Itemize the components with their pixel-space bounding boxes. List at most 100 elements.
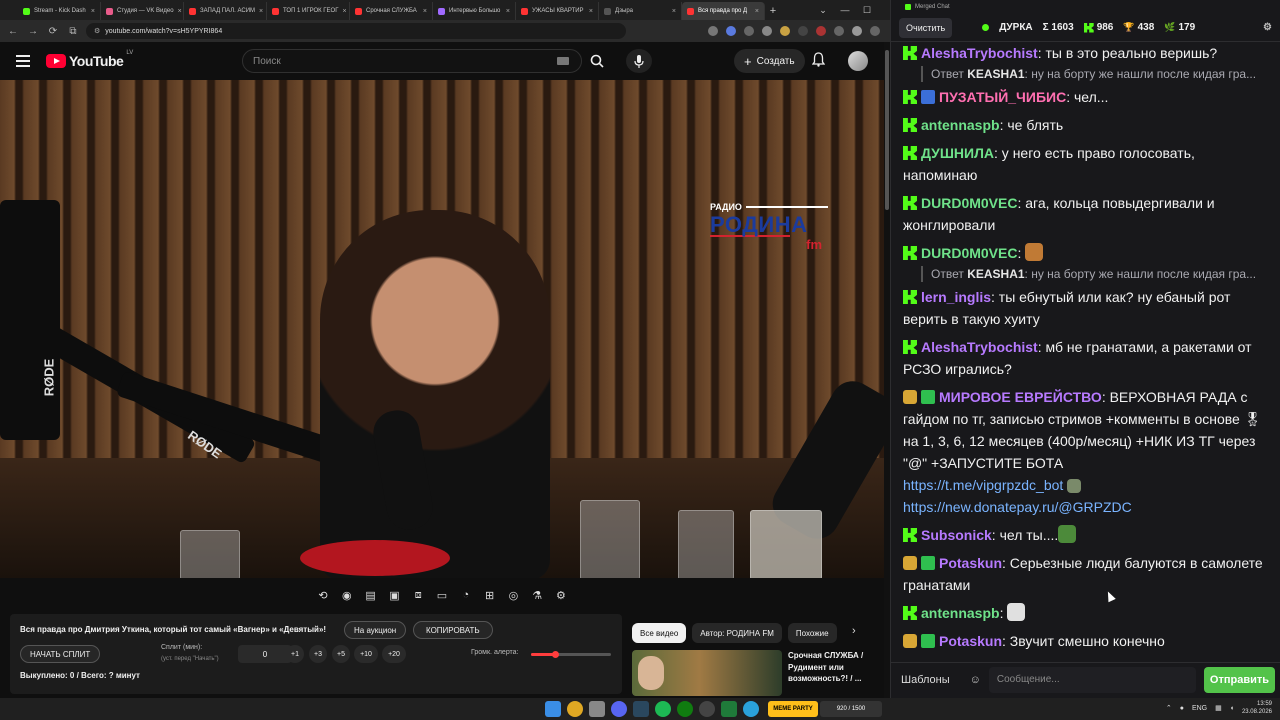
tab-close-icon[interactable]: × [178,8,182,15]
browser-tab[interactable]: Stream - Kick Dash × [18,2,101,20]
tab-close-icon[interactable]: × [423,8,427,15]
tab-close-icon[interactable]: × [259,8,263,15]
voice-search-button[interactable] [626,49,652,73]
browser-tab[interactable]: ЗАПАД ПАЛ. АСИМ × [184,2,267,20]
split-min-input[interactable]: 0 [238,645,292,663]
clapper-icon[interactable]: ▣ [385,586,403,604]
step-plus-5-button[interactable]: +5 [332,645,350,663]
menu-icon[interactable] [16,52,30,70]
tab-close-icon[interactable]: × [506,8,510,15]
meme-party-badge[interactable]: MEME PARTY [768,701,818,717]
playlist-icon[interactable]: ▤ [362,586,380,604]
chat-username[interactable]: Potaskun [939,633,1002,649]
maximize-icon[interactable]: ☐ [856,0,878,20]
scrollbar-thumb[interactable] [885,50,889,210]
browser-tab[interactable]: Дзыра × [599,2,682,20]
volume-icon[interactable]: ◖ [1230,705,1234,712]
extension-icon[interactable] [762,26,772,36]
screenshot-icon[interactable]: ◎ [504,586,522,604]
lang-indicator[interactable]: ENG [1192,705,1207,712]
search-button[interactable] [584,49,610,73]
pip-icon[interactable]: ⧈ [409,586,427,604]
discord-icon[interactable] [611,701,627,717]
clear-chat-button[interactable]: Очистить [899,17,953,38]
keyboard-icon[interactable] [557,57,569,65]
reload-icon[interactable]: ⟳ [46,26,60,37]
browser-tab[interactable]: Студия — VK Видео × [101,2,184,20]
new-tab-icon[interactable]: + [765,2,781,20]
related-thumbnail[interactable] [632,650,782,696]
minimize-icon[interactable]: — [834,0,856,20]
emoji-icon[interactable]: ☺ [970,674,981,686]
chip-author[interactable]: Автор: РОДИНА FM [692,623,782,643]
step-plus-1-button[interactable]: +1 [286,645,304,663]
youtube-logo[interactable]: YouTube LV [46,50,133,69]
chat-username[interactable]: Subsonick [921,527,992,543]
browser-tab[interactable]: Срочная СЛУЖБА × [350,2,433,20]
gear-icon[interactable]: ⚙ [1263,22,1272,33]
url-field[interactable]: ⚙ youtube.com/watch?v=sH5YPYRI864 [86,23,626,39]
extension-icon[interactable] [816,26,826,36]
settings-icon[interactable]: ⚙ [552,586,570,604]
tab-close-icon[interactable]: × [589,8,593,15]
audio-icon[interactable]: ◉ [338,586,356,604]
spotify-icon[interactable] [655,701,671,717]
explorer-icon[interactable] [589,701,605,717]
windows-start-icon[interactable] [545,701,561,717]
chip-similar[interactable]: Похожие [787,623,837,643]
chevron-up-icon[interactable]: ⌃ [1166,704,1172,712]
alert-volume-knob[interactable] [552,651,559,658]
star-icon[interactable] [744,26,754,36]
forward-icon[interactable]: → [26,26,40,37]
speed-icon[interactable]: ◔ [457,586,475,604]
chat-username[interactable]: AleshaTrybochist [921,45,1038,61]
browser-tab[interactable]: УЖАСЫ КВАРТИР × [516,2,599,20]
add-icon[interactable]: ⊞ [481,586,499,604]
chat-username[interactable]: antennaspb [921,117,1000,133]
extension-icon[interactable] [780,26,790,36]
chevron-right-icon[interactable]: › [852,625,856,637]
browser-tab[interactable]: Вся правда про Д × [682,2,765,20]
cinema-icon[interactable]: ▭ [433,586,451,604]
tab-close-icon[interactable]: × [91,8,95,15]
related-title[interactable]: Срочная СЛУЖБА / Рудимент или возможност… [788,650,876,685]
dropdown-icon[interactable]: ⌄ [812,0,834,20]
browser-tab[interactable]: Интервью Большо × [433,2,516,20]
search-input[interactable]: Поиск [242,49,582,73]
chat-username[interactable]: ДУШНИЛА [921,145,994,161]
chat-username[interactable]: МИРОВОЕ ЕВРЕЙСТВО [939,389,1102,405]
download-icon[interactable] [834,26,844,36]
chat-reply-preview[interactable]: Ответ KEASHA1: ну на борту же нашли посл… [921,266,1269,282]
message-input[interactable] [988,666,1196,693]
chat-reply-preview[interactable]: Ответ KEASHA1: ну на борту же нашли посл… [921,66,1269,82]
app-icon[interactable] [721,701,737,717]
site-info-icon[interactable]: ⚙ [94,27,100,35]
start-split-button[interactable]: НАЧАТЬ СПЛИТ [20,645,101,663]
mic-icon[interactable]: ● [1180,705,1184,712]
video-player[interactable]: RØDE RØDE РАДИО РОДИНА fm [0,80,884,578]
browser-tab[interactable]: ТОП 1 ИГРОК ГЕОГ × [267,2,350,20]
profile-icon[interactable] [852,26,862,36]
chat-username[interactable]: DURD0M0VEC [921,195,1017,211]
network-icon[interactable]: ▦ [1215,704,1222,712]
step-plus-20-button[interactable]: +20 [382,645,406,663]
chat-link[interactable]: https://new.donatepay.ru/@GRPZDC [903,499,1132,515]
auction-button[interactable]: На аукцион [344,621,407,639]
copy-button[interactable]: КОПИРОВАТЬ [413,621,493,639]
steam-icon[interactable] [633,701,649,717]
back-icon[interactable]: ← [6,26,20,37]
extension-icon[interactable] [798,26,808,36]
xbox-icon[interactable] [677,701,693,717]
tab-close-icon[interactable]: × [755,8,759,15]
flask-icon[interactable]: ⚗ [528,586,546,604]
tab-close-icon[interactable]: × [672,8,676,15]
chat-username[interactable]: DURD0M0VEC [921,245,1017,261]
create-button[interactable]: + Создать [734,49,805,73]
chip-all-videos[interactable]: Все видео [632,623,687,643]
tab-close-icon[interactable]: × [342,8,346,15]
chrome-icon[interactable] [567,701,583,717]
step-plus-3-button[interactable]: +3 [309,645,327,663]
clock[interactable]: 13:59 23.08.2026 [1242,700,1272,716]
extensions-icon[interactable]: ⧉ [66,26,80,37]
templates-button[interactable]: Шаблоны [901,674,950,686]
